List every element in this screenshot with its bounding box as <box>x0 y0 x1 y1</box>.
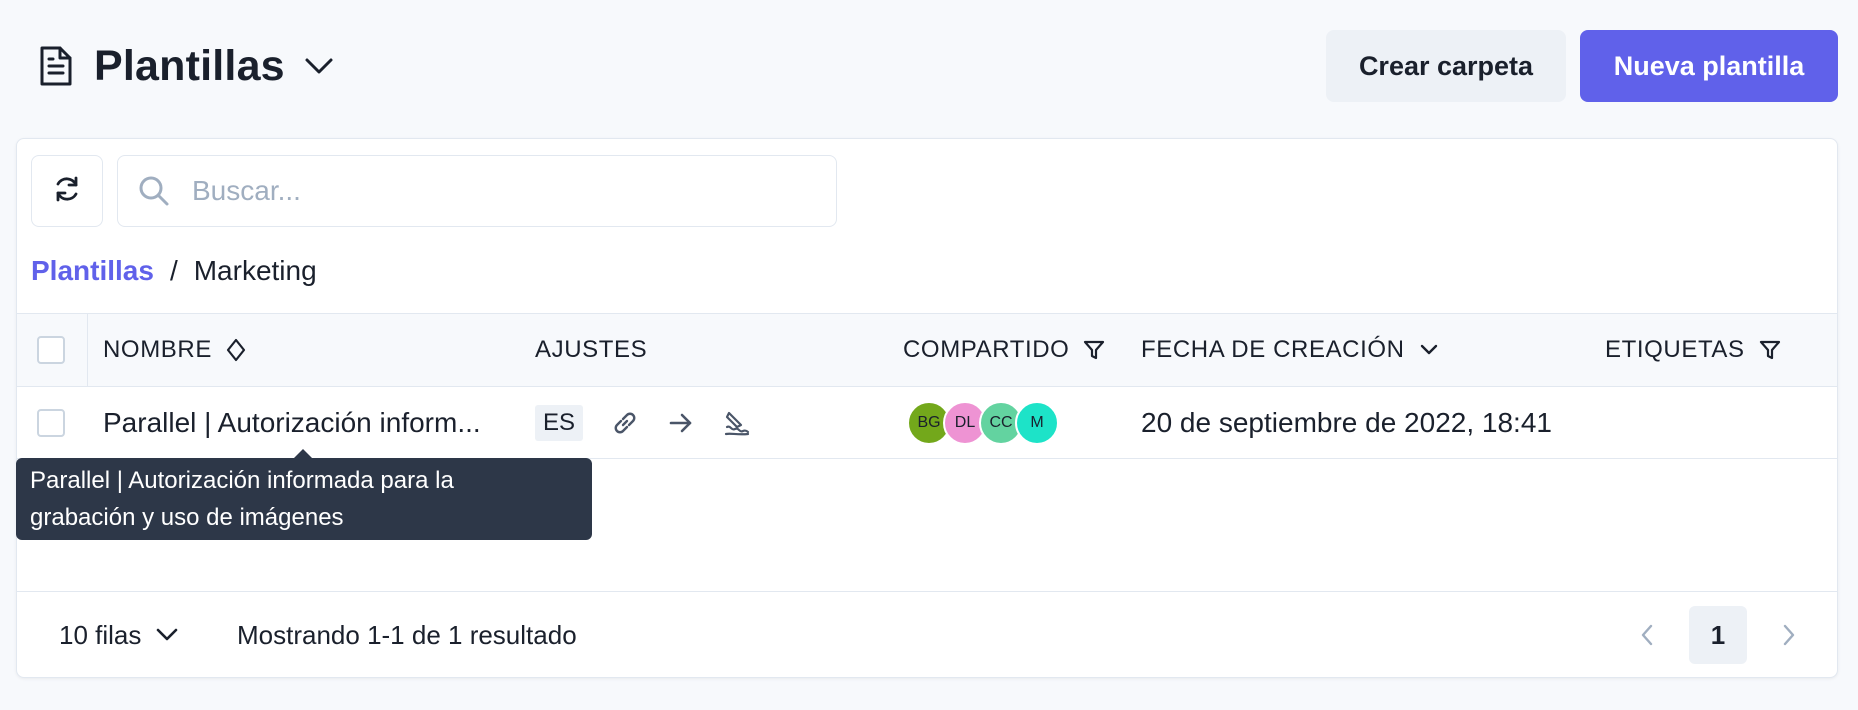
column-settings: AJUSTES <box>535 314 647 386</box>
chevron-down-icon <box>155 622 181 648</box>
page-title: Plantillas <box>94 41 285 90</box>
column-created-label: FECHA DE CREACIÓN <box>1141 336 1405 363</box>
column-divider <box>87 314 88 388</box>
rows-per-page-select[interactable]: 10 filas <box>59 592 181 678</box>
breadcrumb-root-link[interactable]: Plantillas <box>31 255 154 287</box>
chevron-down-icon[interactable] <box>303 50 335 82</box>
table-row[interactable]: Parallel | Autorización inform... ES BG … <box>17 387 1837 459</box>
new-template-button[interactable]: Nueva plantilla <box>1580 30 1838 102</box>
link-icon[interactable] <box>609 407 641 439</box>
page-header: Plantillas Crear carpeta Nueva plantilla <box>0 0 1858 132</box>
shared-avatars: BG DL CC M <box>907 387 1059 459</box>
chevron-down-icon[interactable] <box>1419 338 1443 362</box>
column-name-label: NOMBRE <box>103 336 212 363</box>
sort-icon[interactable] <box>226 338 250 362</box>
filter-icon[interactable] <box>1759 338 1783 362</box>
avatar: M <box>1015 401 1059 445</box>
document-icon <box>38 43 76 89</box>
tooltip-line: grabación y uso de imágenes <box>30 504 344 531</box>
breadcrumb: Plantillas / Marketing <box>31 251 317 291</box>
search-box[interactable] <box>117 155 837 227</box>
results-count: Mostrando 1-1 de 1 resultado <box>237 619 577 650</box>
signature-icon[interactable] <box>721 407 753 439</box>
page-button[interactable]: 1 <box>1689 606 1747 664</box>
search-icon <box>138 175 170 207</box>
pagination: 1 <box>1619 592 1837 678</box>
table-footer: 10 filas Mostrando 1-1 de 1 resultado 1 <box>17 591 1837 677</box>
breadcrumb-current: Marketing <box>193 255 317 286</box>
select-all-checkbox[interactable] <box>37 336 65 364</box>
column-tags[interactable]: ETIQUETAS <box>1605 314 1783 386</box>
column-settings-label: AJUSTES <box>535 336 648 363</box>
refresh-button[interactable] <box>31 155 103 227</box>
search-input[interactable] <box>192 175 792 207</box>
templates-card: Plantillas / Marketing NOMBRE AJUSTES CO… <box>16 138 1838 678</box>
breadcrumb-separator: / <box>169 255 178 286</box>
column-shared-label: COMPARTIDO <box>903 336 1070 363</box>
chevron-left-icon[interactable] <box>1619 607 1675 663</box>
filter-icon[interactable] <box>1083 338 1107 362</box>
title-group: Plantillas <box>38 38 335 94</box>
table-header: NOMBRE AJUSTES COMPARTIDO FECHA DE CREAC… <box>17 313 1837 388</box>
language-badge: ES <box>535 405 584 441</box>
column-tags-label: ETIQUETAS <box>1605 336 1745 363</box>
column-created[interactable]: FECHA DE CREACIÓN <box>1141 314 1443 386</box>
refresh-icon <box>52 174 82 209</box>
settings-cell: ES <box>535 387 753 459</box>
chevron-right-icon[interactable] <box>1761 607 1817 663</box>
column-name[interactable]: NOMBRE <box>103 314 250 386</box>
arrow-right-icon[interactable] <box>665 407 697 439</box>
rows-per-page-label: 10 filas <box>59 619 142 650</box>
created-date: 20 de septiembre de 2022, 18:41 <box>1141 407 1552 438</box>
tooltip: Parallel | Autorización informada para l… <box>16 458 592 540</box>
row-checkbox[interactable] <box>37 409 65 437</box>
tooltip-line: Parallel | Autorización informada para l… <box>30 467 454 494</box>
column-shared[interactable]: COMPARTIDO <box>903 314 1107 386</box>
create-folder-button[interactable]: Crear carpeta <box>1326 30 1566 102</box>
